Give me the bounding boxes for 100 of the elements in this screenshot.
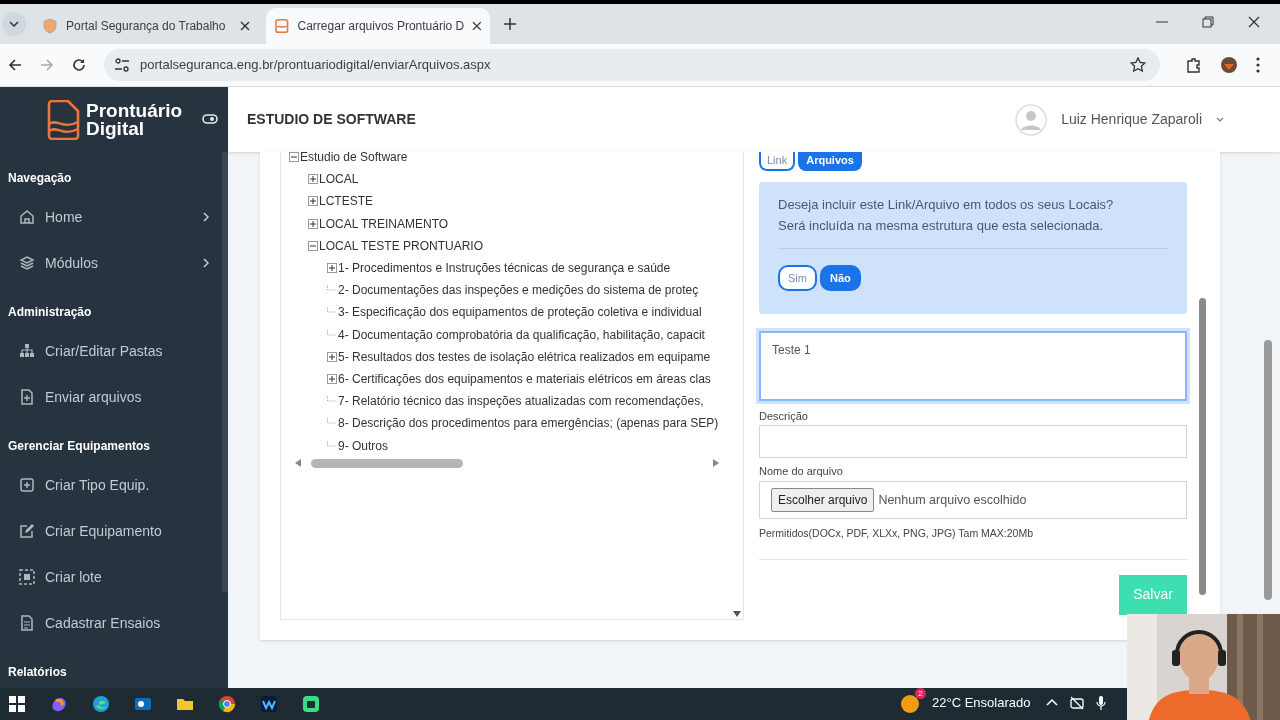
browser-icon[interactable] xyxy=(218,695,236,713)
sidebar-item[interactable]: Módulos xyxy=(0,240,218,286)
camera-off-icon[interactable] xyxy=(1070,696,1084,710)
logo-icon xyxy=(46,99,80,140)
alert-text: Deseja incluir este Link/Arquivo em todos os seus Locais? xyxy=(778,196,1115,214)
choose-file-button[interactable]: Escolher arquivo xyxy=(771,488,875,512)
sidebar-heading: Gerenciar Equipamentos xyxy=(7,438,152,455)
scrollbar-thumb[interactable] xyxy=(1199,298,1206,595)
layers-icon xyxy=(19,255,35,271)
tree-item[interactable]: 2- Documentações das inspeções e medições do sistema de proteç xyxy=(338,281,699,300)
choice-button[interactable]: Não xyxy=(819,265,861,291)
sidebar-item[interactable]: Criar lote xyxy=(0,554,218,600)
description-field[interactable] xyxy=(759,424,1187,458)
tab-title: Portal Segurança do Trabalho xyxy=(66,18,227,35)
wave-app-icon[interactable] xyxy=(260,695,278,713)
tree-item[interactable]: 4- Documentação comprobatória da qualificação, habilitação, capacit xyxy=(338,325,705,344)
plus-square-icon xyxy=(19,477,35,493)
expand-icon[interactable] xyxy=(308,196,318,207)
chevron-up-icon[interactable] xyxy=(1046,696,1058,708)
chevron-right-icon xyxy=(202,212,210,222)
caret-icon xyxy=(9,21,19,27)
user-avatar-icon xyxy=(1015,103,1048,136)
choice-button[interactable]: Sim xyxy=(778,265,817,291)
back-icon[interactable] xyxy=(8,58,22,72)
chat-app-icon[interactable] xyxy=(302,695,320,713)
restore-icon[interactable] xyxy=(1202,16,1214,28)
sun-icon xyxy=(900,694,920,714)
sidebar-heading: Administração xyxy=(7,304,93,321)
sidebar-item[interactable]: Cadastrar Ensaios xyxy=(0,600,218,646)
weather-text[interactable]: 22°C Ensolarado xyxy=(932,693,1031,713)
sidebar-item[interactable]: Criar Tipo Equip. xyxy=(0,462,218,508)
close-icon[interactable] xyxy=(472,21,482,31)
scroll-down-icon[interactable] xyxy=(733,611,741,617)
user-menu[interactable]: Luiz Henrique Zaparoli xyxy=(1015,103,1224,136)
tree-item[interactable]: 8- Descrição dos procedimentos para emergências; (apenas para SEP) xyxy=(338,414,719,433)
sidebar-heading: Relatórios xyxy=(7,664,68,681)
extensions-icon[interactable] xyxy=(1186,57,1202,73)
notification-badge: 2 xyxy=(915,688,926,699)
tree-item[interactable]: LOCAL TESTE PRONTUARIO xyxy=(319,236,484,255)
page-favicon-icon xyxy=(274,18,290,34)
browser-tab[interactable]: Carregar arquivos Prontuário D xyxy=(266,8,490,44)
tab-list-button[interactable] xyxy=(2,12,26,36)
title-field[interactable]: Teste 1 xyxy=(759,331,1187,401)
start-icon[interactable] xyxy=(8,695,26,713)
sitemap-icon xyxy=(19,343,35,359)
expand-icon[interactable] xyxy=(327,263,337,274)
collapse-icon[interactable] xyxy=(308,240,318,251)
collapse-icon[interactable] xyxy=(289,152,299,163)
close-icon[interactable] xyxy=(1248,16,1260,28)
browser-tab[interactable]: Portal Segurança do Trabalho xyxy=(34,8,258,44)
expand-icon[interactable] xyxy=(327,373,337,384)
sidebar-item[interactable]: Enviar arquivos xyxy=(0,374,218,420)
swirl-app-icon[interactable] xyxy=(50,695,68,713)
browser-icon[interactable] xyxy=(92,695,110,713)
chevron-right-icon xyxy=(202,258,210,268)
expand-icon[interactable] xyxy=(327,351,337,362)
scroll-left-icon[interactable] xyxy=(295,459,301,468)
reload-icon[interactable] xyxy=(72,58,86,72)
page-title: ESTUDIO DE SOFTWARE xyxy=(247,110,417,129)
expand-icon[interactable] xyxy=(308,218,318,229)
microphone-icon[interactable] xyxy=(1096,696,1106,710)
tree-item[interactable]: LOCAL xyxy=(319,170,359,189)
menu-icon[interactable] xyxy=(1256,57,1260,73)
scrollbar-thumb[interactable] xyxy=(311,458,463,468)
tree-item[interactable]: 6- Certificações dos equipamentos e materiais elétricos em áreas clas xyxy=(338,369,711,388)
file-field[interactable]: Escolher arquivo Nenhum arquivo escolhido xyxy=(759,481,1187,519)
sidebar-heading: Navegação xyxy=(7,170,73,187)
tree-item[interactable]: Estudio de Software xyxy=(300,148,408,167)
expand-icon[interactable] xyxy=(308,174,318,185)
home-icon xyxy=(19,209,35,225)
tree-item[interactable]: 5- Resultados dos testes de isolação elétrica realizados em equipame xyxy=(338,347,711,366)
file-plus-icon xyxy=(19,389,35,405)
new-tab-icon[interactable] xyxy=(504,18,516,30)
page-scrollbar-thumb[interactable] xyxy=(1264,340,1272,600)
address-bar[interactable]: portalseguranca.eng.br/prontuariodigital/enviarArquivos.aspx xyxy=(104,49,1160,81)
mail-app-icon[interactable] xyxy=(134,695,152,713)
field-label: Nome do arquivo xyxy=(759,463,844,479)
edit-icon xyxy=(19,523,35,539)
mode-tab[interactable]: Arquivos xyxy=(798,152,862,171)
profile-avatar-icon[interactable] xyxy=(1220,56,1238,74)
url-text: portalseguranca.eng.br/prontuariodigital/enviarArquivos.aspx xyxy=(140,56,492,75)
file-hint: Permitidos(DOCx, PDF, XLXx, PNG, JPG) Tam MAX:20Mb xyxy=(759,526,1035,541)
field-label: Descrição xyxy=(759,409,809,424)
scroll-right-icon[interactable] xyxy=(713,459,719,468)
sidebar-item[interactable]: Home xyxy=(0,194,218,240)
tree-item[interactable]: 7- Relatório técnico das inspeções atualizadas com recomendações, xyxy=(338,392,704,411)
tree-item[interactable]: 9- Outros xyxy=(338,436,388,455)
site-settings-icon[interactable] xyxy=(114,57,130,73)
mode-tab[interactable]: Link xyxy=(759,152,796,171)
tree-item[interactable]: 3- Especificação dos equipamentos de proteção coletiva e individual xyxy=(338,303,702,322)
tree-item[interactable]: 1- Procedimentos e Instruções técnicas de segurança e saúde xyxy=(338,259,671,278)
tree-item[interactable]: LCTESTE xyxy=(319,192,373,211)
toggle-icon[interactable] xyxy=(202,113,218,125)
file-status: Nenhum arquivo escolhido xyxy=(878,491,1027,509)
tab-title: Carregar arquivos Prontuário D xyxy=(297,18,465,35)
sidebar-item[interactable]: Criar/Editar Pastas xyxy=(0,328,218,374)
close-icon[interactable] xyxy=(240,21,250,31)
star-icon[interactable] xyxy=(1130,57,1146,73)
sidebar-item[interactable]: Criar Equipamento xyxy=(0,508,218,554)
tree-item[interactable]: LOCAL TREINAMENTO xyxy=(319,214,449,233)
